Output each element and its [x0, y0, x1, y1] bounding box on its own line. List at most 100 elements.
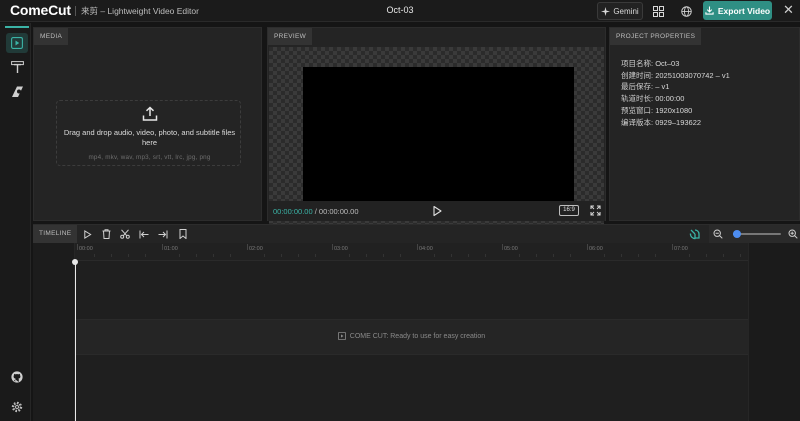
timeline-toolbar: TIMELINE: [33, 225, 800, 243]
gemini-label: Gemini: [613, 6, 639, 16]
ruler-minor-tick: [145, 254, 146, 257]
media-panel: MEDIA Drag and drop audio, video, photo,…: [33, 27, 262, 221]
property-row: 轨道时长: 00:00:00: [621, 94, 685, 104]
preview-panel: PREVIEW 00:00:00.00 / 00:00:00.00 16:9: [267, 27, 606, 227]
preview-canvas: [269, 47, 604, 227]
empty-timeline-hint: COME CUT: Ready to use for easy creation: [75, 332, 748, 340]
ruler-minor-tick: [196, 254, 197, 257]
ruler-minor-tick: [536, 254, 537, 257]
ruler-minor-tick: [468, 254, 469, 257]
ruler-minor-tick: [638, 254, 639, 257]
grid-icon: [652, 5, 664, 17]
effects-icon: [11, 86, 23, 97]
ruler-tick: [417, 244, 418, 250]
dropzone-text: Drag and drop audio, video, photo, and s…: [63, 128, 236, 147]
zoom-control: [709, 225, 800, 243]
trim-end-button[interactable]: [157, 228, 169, 240]
scissors-icon: [120, 229, 130, 239]
timeline-tracks[interactable]: COME CUT: Ready to use for easy creation: [75, 261, 748, 421]
rail-active-indicator: [5, 26, 29, 28]
top-bar: ComeCut 来剪 – Lightweight Video Editor Oc…: [0, 0, 800, 22]
left-rail: [0, 23, 31, 421]
ruler-tick: [502, 244, 503, 250]
ruler-tick-label: 06:00: [589, 246, 603, 252]
main-track[interactable]: COME CUT: Ready to use for easy creation: [75, 319, 748, 355]
playhead[interactable]: [75, 261, 76, 421]
tab-project-properties[interactable]: PROJECT PROPERTIES: [610, 28, 702, 45]
ruler-minor-tick: [349, 254, 350, 257]
tab-timeline[interactable]: TIMELINE: [33, 225, 78, 243]
marker-button[interactable]: [177, 228, 189, 240]
rail-item-media[interactable]: [6, 33, 28, 53]
ruler-tick-label: 04:00: [419, 246, 433, 252]
language-button[interactable]: [679, 4, 693, 18]
app-subtitle: 来剪 – Lightweight Video Editor: [81, 6, 199, 16]
ruler-tick-label: 07:00: [674, 246, 688, 252]
ruler-minor-tick: [519, 254, 520, 257]
layout-button[interactable]: [651, 4, 665, 18]
media-icon: [337, 332, 346, 340]
ruler-minor-tick: [400, 254, 401, 257]
magnet-icon[interactable]: [689, 228, 701, 240]
hint-text: COME CUT: Ready to use for easy creation: [349, 332, 486, 340]
ruler-tick-label: 02:00: [249, 246, 263, 252]
zoom-slider-thumb[interactable]: [732, 230, 741, 238]
fullscreen-icon[interactable]: [590, 205, 601, 216]
zoom-in-icon[interactable]: [788, 229, 798, 239]
ruler-minor-tick: [366, 254, 367, 257]
property-row: 最后保存: – v1: [621, 82, 670, 92]
supported-formats: mp4, mkv, wav, mp3, srt, vtt, lrc, jpg, …: [88, 154, 211, 161]
ruler-minor-tick: [213, 254, 214, 257]
ruler-minor-tick: [655, 254, 656, 257]
export-video-button[interactable]: Export Video: [703, 1, 772, 20]
settings-button[interactable]: [6, 397, 28, 417]
ruler-minor-tick: [485, 254, 486, 257]
ruler-tick: [332, 244, 333, 250]
tab-preview[interactable]: PREVIEW: [268, 28, 313, 45]
ruler-minor-tick: [451, 254, 452, 257]
video-frame[interactable]: [303, 67, 574, 218]
ruler-minor-tick: [434, 254, 435, 257]
rail-item-effects[interactable]: [6, 81, 28, 101]
zoom-out-icon[interactable]: [713, 229, 723, 239]
current-time: 00:00:00.00: [273, 207, 313, 216]
close-button[interactable]: ✕: [783, 3, 794, 17]
media-dropzone[interactable]: Drag and drop audio, video, photo, and s…: [56, 100, 241, 166]
time-separator: /: [314, 207, 317, 216]
ruler-tick: [77, 244, 78, 250]
delete-button[interactable]: [100, 228, 112, 240]
align-right-icon: [158, 230, 168, 238]
gemini-button[interactable]: Gemini: [597, 2, 643, 20]
timeline-play-button[interactable]: [81, 228, 93, 240]
ruler-minor-tick: [553, 254, 554, 257]
ruler-tick-label: 01:00: [164, 246, 178, 252]
play-icon[interactable]: [431, 205, 443, 217]
ruler-minor-tick: [179, 254, 180, 257]
ruler-minor-tick: [689, 254, 690, 257]
export-label: Export Video: [717, 5, 771, 16]
aspect-ratio-button[interactable]: 16:9: [559, 205, 579, 216]
tab-media[interactable]: MEDIA: [34, 28, 69, 45]
rail-item-text[interactable]: [6, 57, 28, 77]
text-icon: [10, 60, 24, 73]
github-link[interactable]: [6, 367, 28, 387]
ruler-tick-label: 03:00: [334, 246, 348, 252]
ruler-tick-label: 05:00: [504, 246, 518, 252]
ruler-minor-tick: [740, 254, 741, 257]
total-time: 00:00:00.00: [318, 207, 359, 216]
timeline-ruler[interactable]: 00:00 01:00 02:00 03:00 04:00 05:00 06:0…: [75, 243, 748, 261]
split-button[interactable]: [119, 228, 131, 240]
timeline-right-gutter: [748, 243, 800, 421]
ruler-minor-tick: [706, 254, 707, 257]
preview-controls: 00:00:00.00 / 00:00:00.00 16:9: [268, 201, 605, 221]
ruler-tick-label: 00:00: [79, 246, 93, 252]
property-row: 项目名称: Oct–03: [621, 59, 680, 68]
playhead-handle[interactable]: [72, 259, 78, 265]
ruler-minor-tick: [230, 254, 231, 257]
ruler-minor-tick: [281, 254, 282, 257]
ruler-tick: [587, 244, 588, 250]
ruler-minor-tick: [383, 254, 384, 257]
upload-icon: [142, 106, 158, 121]
close-icon: ✕: [783, 2, 794, 17]
trim-start-button[interactable]: [138, 228, 150, 240]
